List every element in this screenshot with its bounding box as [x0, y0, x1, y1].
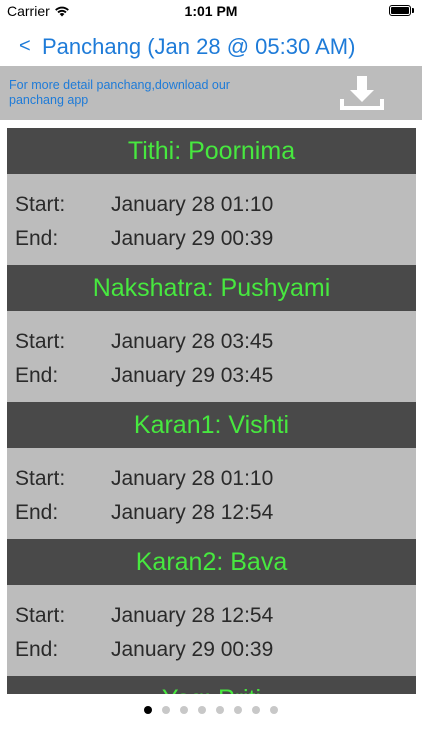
start-label: Start: — [15, 467, 66, 490]
page-dot[interactable] — [198, 706, 206, 714]
end-row: End: January 28 12:54 — [15, 501, 273, 525]
end-value: January 29 03:45 — [111, 364, 274, 387]
end-value: January 29 00:39 — [111, 638, 274, 661]
section-body: Start: January 28 01:10 End: January 28 12:… — [7, 448, 416, 539]
status-time: 1:01 PM — [184, 3, 238, 19]
start-value: January 28 01:10 — [111, 467, 274, 490]
back-icon[interactable]: < — [19, 35, 31, 58]
page-dot[interactable] — [252, 706, 260, 714]
page-dot[interactable] — [162, 706, 170, 714]
page-dot[interactable] — [180, 706, 188, 714]
download-icon[interactable] — [338, 74, 386, 114]
end-row: End: January 29 03:45 — [15, 364, 273, 388]
start-row: Start: January 28 03:45 — [15, 330, 273, 354]
app-promo-banner[interactable]: For more detail panchang,download our pa… — [0, 66, 422, 120]
page-dot[interactable] — [234, 706, 242, 714]
end-row: End: January 29 00:39 — [15, 227, 273, 251]
end-row: End: January 29 00:39 — [15, 638, 273, 662]
section-header: Karan1: Vishti — [7, 402, 416, 448]
end-value: January 29 00:39 — [111, 227, 274, 250]
start-label: Start: — [15, 330, 66, 353]
start-value: January 28 03:45 — [111, 330, 274, 353]
page-dot[interactable] — [270, 706, 278, 714]
page-dot[interactable] — [216, 706, 224, 714]
end-value: January 28 12:54 — [111, 501, 274, 524]
page-indicator[interactable] — [0, 706, 422, 718]
start-row: Start: January 28 01:10 — [15, 467, 273, 491]
start-value: January 28 12:54 — [111, 604, 274, 627]
promo-text: For more detail panchang,download our pa… — [9, 78, 230, 107]
end-label: End: — [15, 364, 59, 387]
panchang-list[interactable]: Tithi: Poornima Start: January 28 01:10 End… — [7, 128, 416, 694]
section-body: Start: January 28 12:54 End: January 29 00:… — [7, 585, 416, 676]
section-body: Start: January 28 01:10 End: January 29 00:… — [7, 174, 416, 265]
page-title: Panchang (Jan 28 @ 05:30 AM) — [42, 34, 356, 59]
start-value: January 28 01:10 — [111, 193, 274, 216]
status-bar: Carrier 1:01 PM — [0, 0, 422, 24]
navigation-bar: < Panchang (Jan 28 @ 05:30 AM) — [0, 26, 422, 66]
section-header: Yog: Priti — [7, 676, 416, 694]
end-label: End: — [15, 638, 59, 661]
start-label: Start: — [15, 193, 66, 216]
end-label: End: — [15, 227, 59, 250]
page-dot[interactable] — [144, 706, 152, 714]
battery-icon — [389, 5, 414, 16]
start-label: Start: — [15, 604, 66, 627]
start-row: Start: January 28 01:10 — [15, 193, 273, 217]
section-body: Start: January 28 03:45 End: January 29 03:… — [7, 311, 416, 402]
section-header: Nakshatra: Pushyami — [7, 265, 416, 311]
section-header: Karan2: Bava — [7, 539, 416, 585]
end-label: End: — [15, 501, 59, 524]
start-row: Start: January 28 12:54 — [15, 604, 273, 628]
section-header: Tithi: Poornima — [7, 128, 416, 174]
